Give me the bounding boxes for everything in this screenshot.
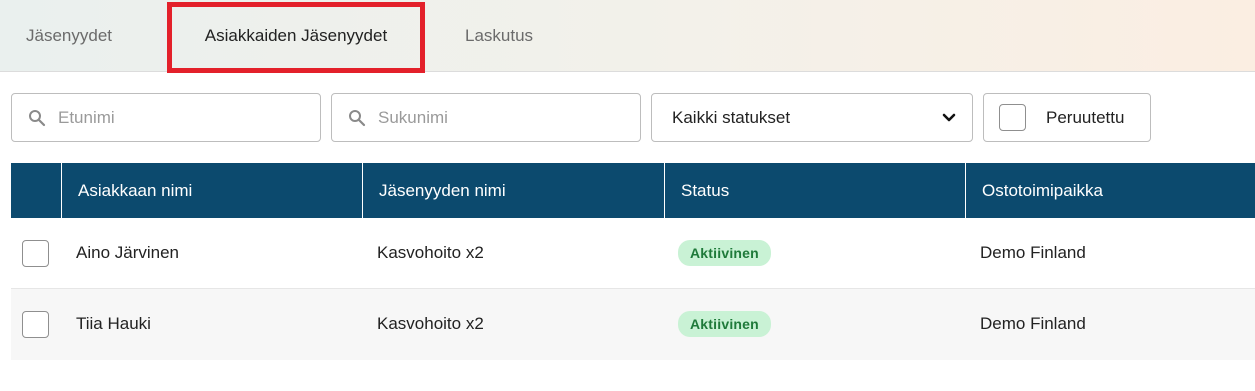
last-name-filter[interactable] (331, 93, 641, 142)
tab-bar: Jäsenyydet Asiakkaiden Jäsenyydet Laskut… (0, 0, 1255, 73)
purchase-location: Demo Finland (980, 243, 1086, 262)
table-header: Asiakkaan nimi Jäsenyyden nimi Status Os… (11, 163, 1255, 218)
active-tab-highlight (167, 2, 425, 73)
membership-name: Kasvohoito x2 (377, 314, 484, 333)
cancelled-filter[interactable]: Peruutettu (983, 93, 1151, 142)
table-row[interactable]: Tiia Hauki Kasvohoito x2 Aktiivinen Demo… (11, 289, 1255, 360)
status-select-value: Kaikki statukset (672, 107, 791, 127)
cancelled-checkbox[interactable] (999, 104, 1026, 131)
row-checkbox[interactable] (22, 310, 49, 338)
membership-name: Kasvohoito x2 (377, 243, 484, 262)
cancelled-label: Peruutettu (1046, 107, 1125, 127)
last-name-input[interactable] (378, 107, 618, 128)
header-select-column (11, 163, 61, 218)
customer-name: Tiia Hauki (76, 314, 151, 333)
status-badge: Aktiivinen (678, 240, 771, 266)
header-customer-name[interactable]: Asiakkaan nimi (61, 163, 362, 218)
purchase-location: Demo Finland (980, 314, 1086, 333)
header-membership-name[interactable]: Jäsenyyden nimi (362, 163, 664, 218)
chevron-down-icon (940, 109, 958, 127)
header-status[interactable]: Status (664, 163, 965, 218)
tab-billing[interactable]: Laskutus (465, 0, 533, 72)
status-select[interactable]: Kaikki statukset (651, 93, 973, 142)
customer-name: Aino Järvinen (76, 243, 180, 262)
table-row[interactable]: Aino Järvinen Kasvohoito x2 Aktiivinen D… (11, 218, 1255, 289)
status-badge: Aktiivinen (678, 311, 771, 337)
tab-memberships[interactable]: Jäsenyydet (26, 0, 112, 72)
search-icon (28, 109, 46, 127)
header-purchase-location[interactable]: Ostotoimipaikka (965, 163, 1255, 218)
row-checkbox[interactable] (22, 239, 49, 267)
first-name-filter[interactable] (11, 93, 321, 142)
first-name-input[interactable] (58, 107, 298, 128)
search-icon (348, 109, 366, 127)
